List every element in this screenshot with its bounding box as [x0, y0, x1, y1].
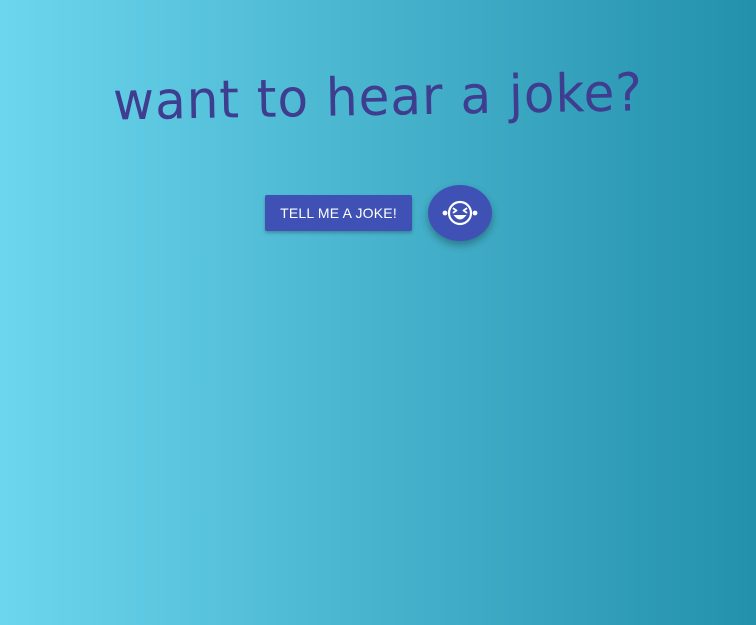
laughing-face-icon — [442, 199, 478, 227]
page-title: want to hear a joke? — [112, 61, 644, 133]
laugh-fab-button[interactable] — [428, 185, 492, 241]
joke-controls: TELL ME A JOKE! — [0, 185, 756, 241]
tell-joke-button[interactable]: TELL ME A JOKE! — [265, 195, 412, 231]
